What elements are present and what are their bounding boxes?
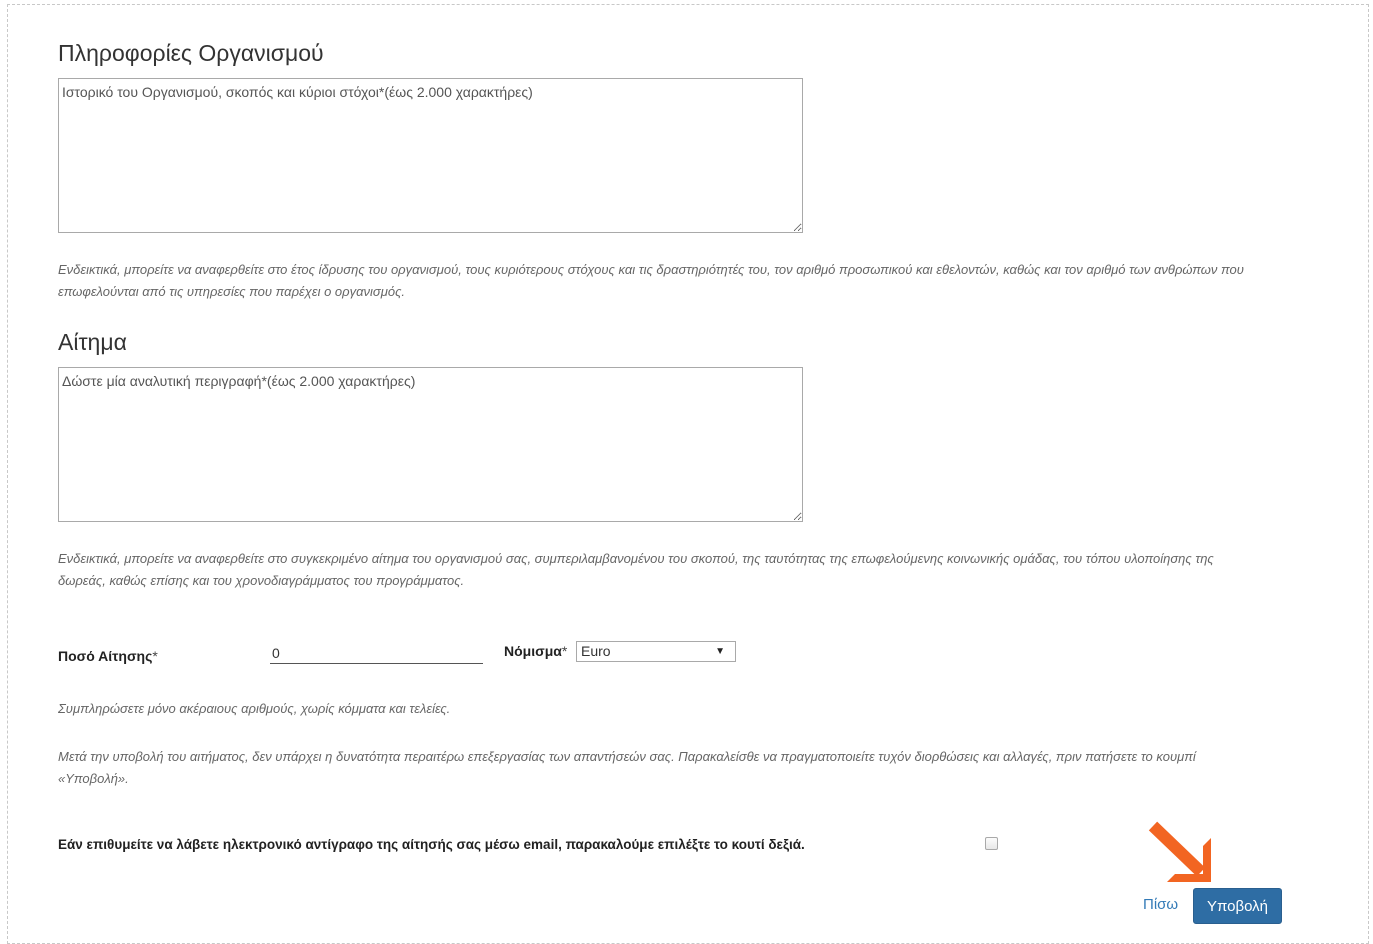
request-title: Αίτημα: [58, 329, 127, 355]
request-hint: Ενδεικτικά, μπορείτε να αναφερθείτε στο …: [58, 551, 1214, 588]
currency-label-text: Νόμισμα: [504, 643, 562, 659]
email-copy-label: Εάν επιθυμείτε να λάβετε ηλεκτρονικό αντ…: [58, 837, 805, 852]
email-copy-checkbox[interactable]: [985, 837, 998, 850]
org-info-title: Πληροφορίες Οργανισμού: [58, 40, 324, 66]
caret-down-icon: ▼: [715, 646, 725, 657]
submit-notice: Μετά την υποβολή του αιτήματος, δεν υπάρ…: [58, 749, 1196, 786]
org-info-hint: Ενδεικτικά, μπορείτε να αναφερθείτε στο …: [58, 262, 1244, 299]
arrow-down-right-icon: [1148, 821, 1211, 882]
org-history-textarea[interactable]: [58, 78, 803, 233]
amount-hint: Συμπληρώσετε μόνο ακέραιους αριθμούς, χω…: [58, 701, 451, 716]
request-description-textarea[interactable]: [58, 367, 803, 522]
currency-required-mark: *: [561, 643, 568, 659]
back-link[interactable]: Πίσω: [1143, 896, 1178, 913]
amount-required-mark: *: [152, 648, 158, 664]
currency-selected-value: Euro: [581, 643, 611, 659]
amount-label: Ποσό Αίτησης*: [58, 648, 158, 664]
amount-label-text: Ποσό Αίτησης: [58, 648, 153, 664]
amount-input[interactable]: [270, 642, 483, 664]
currency-label: Νόμισμα*: [504, 643, 567, 659]
submit-button[interactable]: Υποβολή: [1193, 888, 1282, 924]
currency-select[interactable]: Euro ▼: [576, 641, 736, 662]
